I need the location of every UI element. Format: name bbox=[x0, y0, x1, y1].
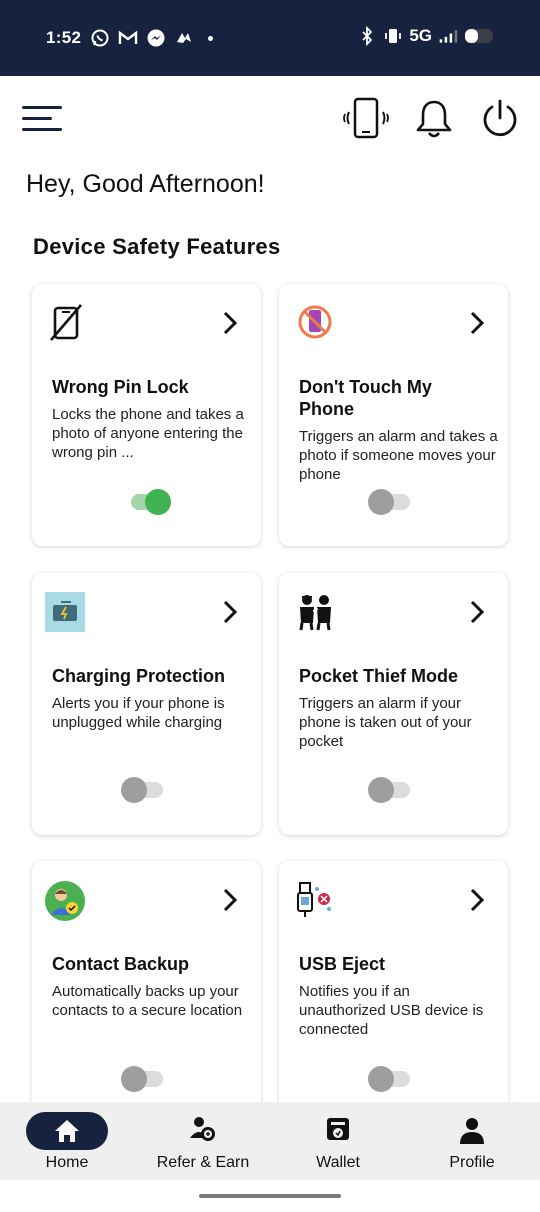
feature-toggle[interactable] bbox=[121, 777, 163, 803]
nav-item-profile[interactable]: Profile bbox=[436, 1102, 508, 1180]
vibrate-icon bbox=[383, 26, 403, 46]
charging-icon bbox=[45, 592, 85, 632]
status-bar: 1:52 5G bbox=[0, 0, 540, 76]
notification-icons bbox=[90, 28, 213, 48]
no-touch-phone-icon bbox=[295, 302, 335, 342]
app-icon bbox=[174, 28, 194, 48]
phone-lock-icon bbox=[48, 302, 88, 342]
chevron-right-icon[interactable] bbox=[468, 887, 486, 913]
feature-toggle[interactable] bbox=[368, 489, 410, 515]
refer-icon bbox=[190, 1117, 215, 1141]
feature-card-pocket-thief[interactable]: Pocket Thief Mode Triggers an alarm if y… bbox=[279, 573, 508, 835]
chevron-right-icon[interactable] bbox=[468, 310, 486, 336]
feature-toggle[interactable] bbox=[131, 489, 171, 515]
usb-icon bbox=[295, 879, 335, 919]
chevron-right-icon[interactable] bbox=[221, 887, 239, 913]
feature-card-contact-backup[interactable]: Contact Backup Automatically backs up yo… bbox=[32, 861, 261, 1123]
feature-description: Locks the phone and takes a photo of any… bbox=[52, 406, 244, 461]
feature-description: Triggers an alarm and takes a photo if s… bbox=[299, 428, 498, 483]
feature-toggle[interactable] bbox=[368, 777, 410, 803]
feature-title: Pocket Thief Mode bbox=[299, 666, 459, 686]
feature-title: Charging Protection bbox=[52, 666, 226, 686]
nav-item-refer[interactable]: Refer & Earn bbox=[150, 1102, 256, 1180]
bottom-nav: Home Refer & Earn Wallet Profile bbox=[0, 1102, 540, 1180]
system-icons: 5G bbox=[357, 26, 496, 46]
whatsapp-icon bbox=[90, 28, 110, 48]
feature-toggle[interactable] bbox=[368, 1066, 410, 1092]
feature-card-usb-eject[interactable]: USB Eject Notifies you if an unauthorize… bbox=[279, 861, 508, 1123]
contact-backup-icon bbox=[45, 881, 85, 921]
gmail-icon bbox=[118, 28, 138, 48]
feature-title: Don't Touch My Phone bbox=[299, 377, 432, 419]
bell-icon[interactable] bbox=[414, 98, 454, 140]
feature-title: USB Eject bbox=[299, 954, 386, 974]
nav-item-home[interactable]: Home bbox=[26, 1102, 108, 1180]
feature-card-charging-protection[interactable]: Charging Protection Alerts you if your p… bbox=[32, 573, 261, 835]
greeting: Hey, Good Afternoon! bbox=[26, 170, 265, 198]
feature-toggle[interactable] bbox=[121, 1066, 163, 1092]
feature-description: Alerts you if your phone is unplugged wh… bbox=[52, 695, 225, 731]
home-icon bbox=[55, 1120, 79, 1142]
power-icon[interactable] bbox=[480, 98, 520, 140]
toggle-knob bbox=[368, 1066, 394, 1092]
status-time: 1:52 bbox=[46, 28, 82, 47]
chevron-right-icon[interactable] bbox=[468, 599, 486, 625]
bluetooth-icon bbox=[357, 26, 377, 46]
wallet-icon bbox=[327, 1118, 349, 1140]
menu-icon[interactable] bbox=[22, 104, 62, 134]
feature-title: Wrong Pin Lock bbox=[52, 377, 189, 397]
messenger-icon bbox=[146, 28, 166, 48]
vibrate-phone-icon[interactable] bbox=[342, 96, 390, 142]
feature-description: Notifies you if an unauthorized USB devi… bbox=[299, 983, 484, 1038]
feature-description: Automatically backs up your contacts to … bbox=[52, 983, 243, 1019]
network-type: 5G bbox=[409, 26, 432, 45]
toggle-knob bbox=[121, 1066, 147, 1092]
signal-icon bbox=[438, 26, 458, 46]
gesture-bar[interactable] bbox=[199, 1194, 341, 1198]
feature-card-dont-touch[interactable]: Don't Touch My Phone Triggers an alarm a… bbox=[279, 284, 508, 546]
nav-label: Home bbox=[45, 1154, 89, 1171]
nav-label: Profile bbox=[449, 1154, 495, 1171]
chevron-right-icon[interactable] bbox=[221, 310, 239, 336]
feature-title: Contact Backup bbox=[52, 954, 190, 974]
dot-icon bbox=[208, 35, 213, 41]
chevron-right-icon[interactable] bbox=[221, 599, 239, 625]
nav-label: Wallet bbox=[316, 1154, 360, 1171]
feature-card-wrong-pin-lock[interactable]: Wrong Pin Lock Locks the phone and takes… bbox=[32, 284, 261, 546]
feature-description: Triggers an alarm if your phone is taken… bbox=[299, 695, 472, 750]
toggle-knob bbox=[368, 489, 394, 515]
toggle-knob bbox=[368, 777, 394, 803]
thief-icon bbox=[295, 591, 335, 631]
toggle-knob bbox=[121, 777, 147, 803]
battery-icon bbox=[464, 26, 496, 46]
section-title: Device Safety Features bbox=[33, 234, 281, 259]
profile-icon bbox=[460, 1118, 484, 1144]
active-indicator bbox=[26, 1112, 108, 1150]
app-bar bbox=[0, 76, 540, 166]
toggle-knob bbox=[145, 489, 171, 515]
nav-label: Refer & Earn bbox=[156, 1154, 250, 1171]
nav-item-wallet[interactable]: Wallet bbox=[300, 1102, 376, 1180]
